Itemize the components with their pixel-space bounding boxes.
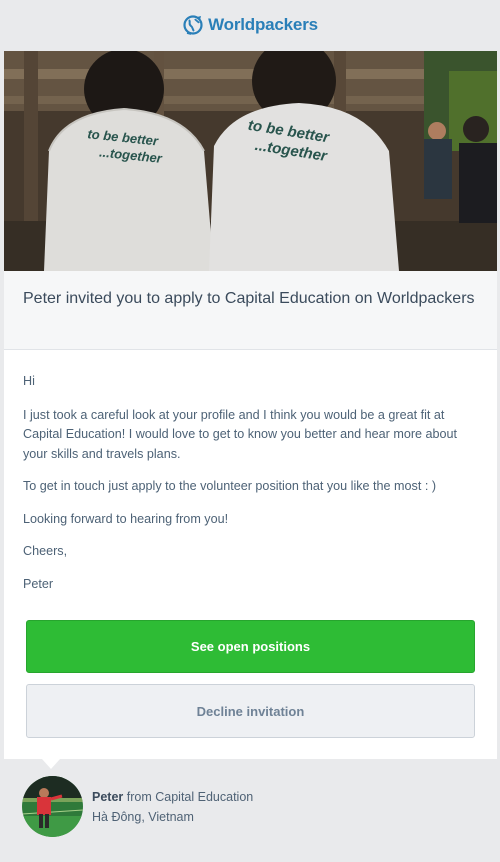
- sender-info: Peter from Capital Education Hà Đông, Vi…: [22, 776, 253, 837]
- message-paragraph-1: I just took a careful look at your profi…: [23, 407, 458, 461]
- sender-line: Peter from Capital Education: [92, 787, 253, 807]
- decline-invitation-button[interactable]: Decline invitation: [26, 684, 475, 738]
- hero-photo: to be better ...together to be better ..…: [4, 51, 497, 271]
- brand-name[interactable]: Worldpackers: [208, 15, 318, 35]
- avatar[interactable]: [22, 776, 83, 837]
- message-body: Hi I just took a careful look at your pr…: [4, 350, 497, 594]
- see-open-positions-button[interactable]: See open positions: [26, 620, 475, 673]
- globe-logo-icon[interactable]: [182, 14, 204, 36]
- message-greeting: Hi: [23, 374, 35, 388]
- message-paragraph-2: To get in touch just apply to the volunt…: [23, 479, 437, 493]
- invite-title-band: Peter invited you to apply to Capital Ed…: [4, 271, 497, 350]
- sender-organization: from Capital Education: [126, 789, 254, 804]
- invitation-card: to be better ...together to be better ..…: [4, 51, 497, 759]
- header: Worldpackers: [0, 0, 500, 50]
- sender-details: Peter from Capital Education Hà Đông, Vi…: [92, 787, 253, 827]
- message-signature: Peter: [23, 576, 54, 591]
- message-closing: Cheers,: [23, 544, 68, 558]
- sender-name[interactable]: Peter: [92, 790, 123, 804]
- card-pointer: [42, 759, 60, 769]
- sender-location: Hà Đông, Vietnam: [92, 809, 194, 824]
- invite-title: Peter invited you to apply to Capital Ed…: [23, 290, 475, 307]
- message-paragraph-3: Looking forward to hearing from you!: [23, 511, 229, 526]
- email-page: Worldpackers to be better ...together to…: [0, 0, 500, 862]
